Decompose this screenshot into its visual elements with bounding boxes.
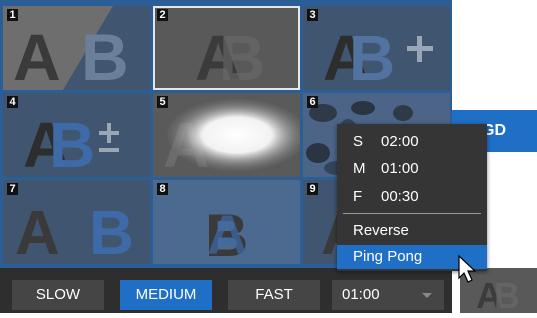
svg-text:B: B	[89, 199, 134, 264]
ab-dissolve-icon: A B	[195, 22, 265, 90]
slow-button[interactable]: SLOW	[12, 280, 104, 310]
preset-time: 00:30	[381, 188, 419, 205]
ab-plus-minus-icon: A B	[23, 109, 119, 177]
duration-menu: S 02:00 M 01:00 F 00:30 Reverse Ping Pong	[337, 124, 487, 271]
cell-number: 5	[157, 96, 168, 108]
cell-number: 1	[7, 9, 18, 21]
svg-text:A: A	[207, 203, 247, 264]
svg-text:A: A	[15, 199, 60, 264]
mouse-cursor-icon	[458, 254, 477, 283]
transition-cell-7[interactable]: 7 A B	[3, 180, 150, 264]
transition-cell-4[interactable]: 4 A B	[3, 93, 150, 177]
transition-cell-5[interactable]: 5 A	[153, 93, 300, 177]
preset-key: F	[353, 188, 363, 205]
duration-value: 01:00	[342, 286, 380, 303]
cell-number: 4	[7, 96, 18, 108]
svg-text:B: B	[219, 22, 265, 90]
menu-item-reverse[interactable]: Reverse	[337, 219, 487, 243]
preset-time: 02:00	[381, 133, 419, 150]
menu-item-medium-preset[interactable]: M 01:00	[337, 157, 487, 181]
ab-split-icon: A B	[15, 199, 134, 264]
menu-item-slow-preset[interactable]: S 02:00	[337, 130, 487, 154]
cell-number: 3	[307, 9, 318, 21]
ab-glow-icon: A	[163, 99, 300, 177]
preset-time: 01:00	[381, 160, 419, 177]
svg-text:B: B	[349, 22, 395, 90]
svg-text:B: B	[49, 109, 95, 177]
medium-button[interactable]: MEDIUM	[120, 280, 212, 310]
ab-overlap-icon: B A	[205, 202, 248, 264]
transition-cell-3[interactable]: 3 A B	[303, 6, 450, 90]
fast-button[interactable]: FAST	[228, 280, 320, 310]
transition-cell-8[interactable]: 8 B A	[153, 180, 300, 264]
preset-key: S	[353, 133, 364, 150]
cell-number: 9	[307, 183, 318, 195]
duration-dropdown[interactable]: 01:00	[332, 280, 444, 310]
menu-separator	[343, 213, 481, 214]
cell-number: 7	[7, 183, 18, 195]
svg-text:A: A	[13, 20, 61, 90]
cell-number: 6	[307, 96, 318, 108]
transition-cell-2[interactable]: 2 A B	[153, 6, 300, 90]
ab-wipe-diagonal-icon: A B	[3, 6, 150, 90]
cell-number: 2	[157, 9, 168, 21]
svg-text:B: B	[494, 275, 520, 313]
menu-item-fast-preset[interactable]: F 00:30	[337, 185, 487, 209]
svg-text:B: B	[81, 20, 129, 90]
speed-bar: SLOW MEDIUM FAST 01:00	[0, 268, 452, 313]
preset-key: M	[353, 160, 366, 177]
transition-cell-1[interactable]: 1 A B	[3, 6, 150, 90]
ab-add-icon: A B	[323, 22, 433, 90]
chevron-down-icon	[422, 293, 432, 298]
cell-number: 8	[157, 183, 168, 195]
